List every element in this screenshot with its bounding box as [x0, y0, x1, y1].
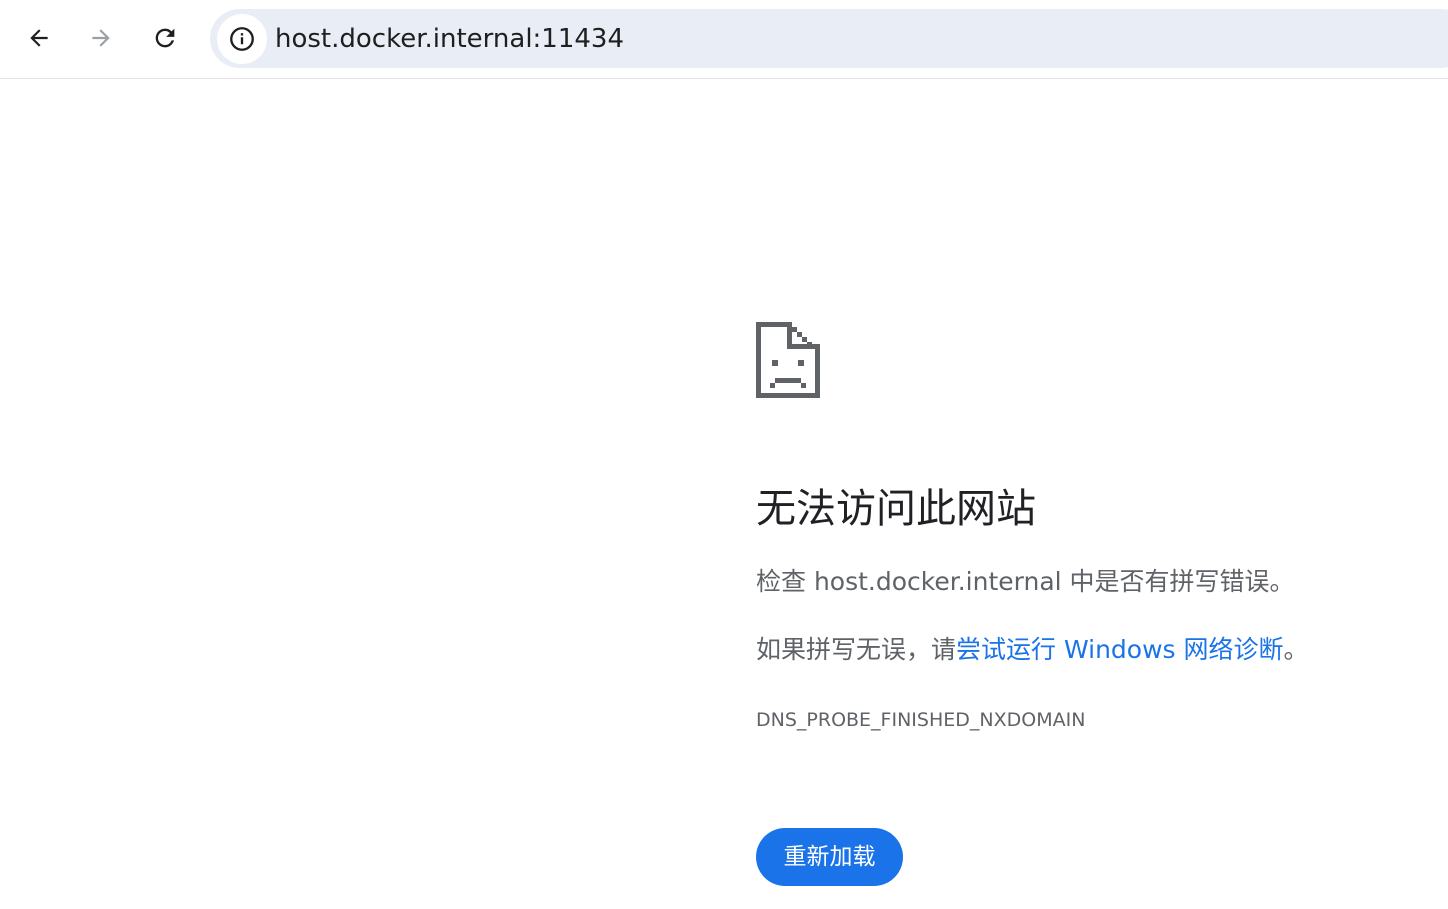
url-text[interactable]: host.docker.internal:11434 [275, 24, 624, 54]
browser-toolbar: host.docker.internal:11434 [0, 0, 1448, 79]
spelling-hint: 检查 host.docker.internal 中是否有拼写错误。 [756, 566, 1295, 598]
windows-diagnostics-link[interactable]: 尝试运行 Windows 网络诊断 [956, 635, 1284, 664]
forward-button[interactable] [79, 16, 123, 60]
reload-nav-button[interactable] [143, 16, 187, 60]
error-title: 无法访问此网站 [756, 486, 1036, 532]
address-bar[interactable]: host.docker.internal:11434 [210, 9, 1448, 68]
diagnostics-hint: 如果拼写无误，请尝试运行 Windows 网络诊断。 [756, 634, 1309, 666]
back-arrow-icon [30, 29, 48, 47]
diagnostics-hint-prefix: 如果拼写无误，请 [756, 635, 957, 664]
reload-icon [155, 28, 175, 48]
site-info-button[interactable] [217, 14, 267, 64]
reload-button[interactable]: 重新加载 [756, 828, 903, 886]
spelling-hint-host: host.docker.internal [813, 567, 1062, 596]
error-code: DNS_PROBE_FINISHED_NXDOMAIN [756, 709, 1086, 731]
spelling-hint-prefix: 检查 [756, 567, 814, 596]
diagnostics-hint-suffix: 。 [1283, 635, 1309, 664]
info-icon [230, 27, 254, 51]
spelling-hint-suffix: 中是否有拼写错误。 [1061, 567, 1295, 596]
back-button[interactable] [17, 16, 61, 60]
forward-arrow-icon [92, 29, 110, 47]
sad-document-icon [756, 322, 820, 398]
